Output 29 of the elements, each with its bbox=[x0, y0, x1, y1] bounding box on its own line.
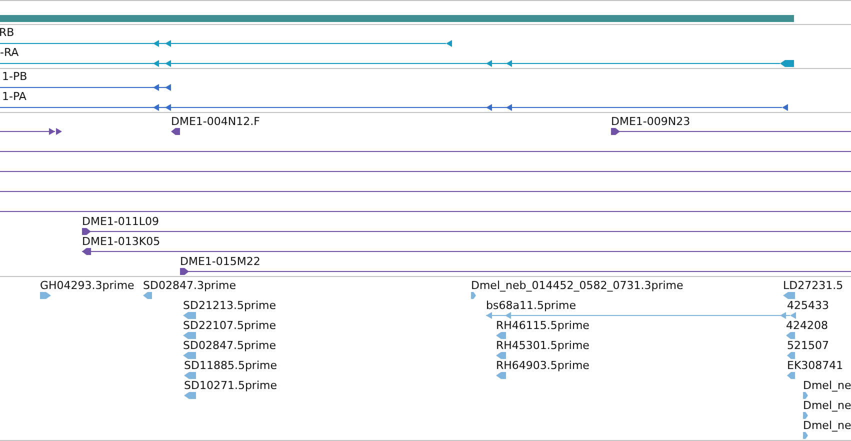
feature-label: DME1-004N12.F bbox=[171, 115, 260, 129]
feature-label: SD02847.5prime bbox=[183, 339, 276, 353]
feature-label: RH64903.5prime bbox=[496, 359, 590, 373]
feature-label: 521507 bbox=[787, 339, 829, 353]
feature-label: Dmel_neb_014452_0582_0731.3prime bbox=[471, 279, 684, 293]
feature-label: DME1-015M22 bbox=[180, 255, 260, 269]
feature-label: -RA bbox=[0, 46, 19, 60]
feature-label: RB bbox=[0, 26, 14, 40]
feature-label: SD11885.5prime bbox=[184, 359, 277, 373]
feature-label: Dmel_ne bbox=[803, 419, 851, 433]
feature-label: DME1-011L09 bbox=[82, 215, 159, 229]
feature-label: SD22107.5prime bbox=[183, 319, 276, 333]
feature-label: EK308741 bbox=[787, 359, 844, 373]
feature-label: 425433 bbox=[787, 299, 829, 313]
feature-label: DME1-009N23 bbox=[611, 115, 690, 129]
feature-label: Dmel_ne bbox=[803, 399, 851, 413]
feature-label: SD10271.5prime bbox=[184, 379, 277, 393]
feature-label: 1-PB bbox=[2, 70, 28, 84]
feature-label: RH46115.5prime bbox=[496, 319, 590, 333]
feature-label: Dmel_ne bbox=[803, 379, 851, 393]
feature-label: 424208 bbox=[786, 319, 828, 333]
feature-label: RH45301.5prime bbox=[496, 339, 590, 353]
feature-label: 1-PA bbox=[2, 90, 26, 104]
feature-label: SD21213.5prime bbox=[183, 299, 276, 313]
feature-label: LD27231.5 bbox=[783, 279, 844, 293]
feature-label: GH04293.3prime bbox=[40, 279, 134, 293]
feature-label: DME1-013K05 bbox=[82, 235, 160, 249]
feature-label: SD02847.3prime bbox=[143, 279, 236, 293]
feature-label: bs68a11.5prime bbox=[486, 299, 576, 313]
